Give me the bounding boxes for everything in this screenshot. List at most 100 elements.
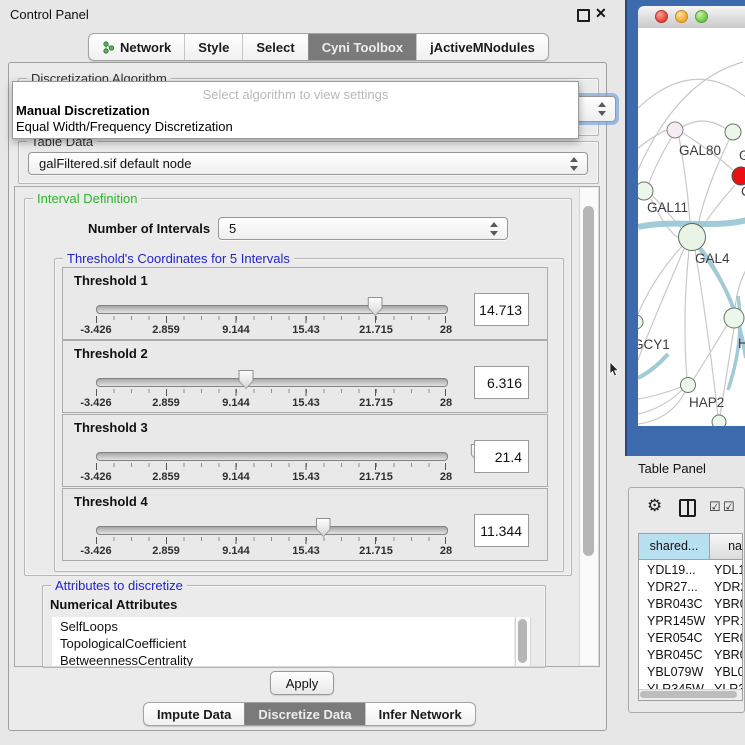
tab-jactivemnodules[interactable]: jActiveMNodules: [416, 34, 548, 60]
checkbox-icon[interactable]: ☑: [723, 499, 735, 515]
list-item[interactable]: SelfLoops: [60, 619, 118, 634]
tab-discretize-data[interactable]: Discretize Data: [244, 703, 364, 725]
threshold-1-slider[interactable]: [96, 305, 448, 314]
attributes-list-scrollbar[interactable]: [515, 617, 531, 666]
slider-scale: -3.426 2.859 9.144 15.43 21.715 28: [96, 397, 446, 409]
table-cell[interactable]: YDR27...: [647, 580, 698, 594]
node-bottom[interactable]: [712, 415, 726, 426]
zoom-traffic-light[interactable]: [695, 10, 708, 23]
tab-network-label: Network: [120, 40, 171, 55]
node-gcy1[interactable]: [638, 315, 643, 329]
node-gal11[interactable]: [638, 182, 653, 200]
table-cell[interactable]: YER054C: [647, 631, 703, 645]
threshold-2-slider[interactable]: [96, 378, 448, 387]
table-cell[interactable]: YBL079W: [647, 665, 703, 679]
tab-style[interactable]: Style: [184, 34, 242, 60]
threshold-1-label: Threshold 1: [74, 273, 148, 288]
table-cell[interactable]: YPR1: [714, 614, 743, 628]
node-label: GAL4: [695, 251, 730, 266]
threshold-4-slider[interactable]: [96, 526, 448, 535]
table-panel-title: Table Panel: [638, 461, 706, 476]
node-gal80[interactable]: [667, 122, 683, 138]
slider-thumb[interactable]: [239, 370, 254, 389]
threshold-2-label: Threshold 2: [74, 346, 148, 361]
network-view-window: GAL80 GAL GAL11 GAL4 C GCY1 H HAP2: [625, 0, 745, 456]
network-window-titlebar[interactable]: [638, 6, 745, 29]
combo-arrows-icon: [570, 157, 578, 171]
tab-select[interactable]: Select: [242, 34, 307, 60]
table-cell[interactable]: YDR2: [714, 580, 743, 594]
threshold-3-value-field[interactable]: 21.4: [474, 440, 529, 473]
apply-button[interactable]: Apply: [270, 671, 334, 695]
slider-scale: -3.426 2.859 9.144 15.43 21.715 28: [96, 545, 446, 557]
tab-infer-network[interactable]: Infer Network: [365, 703, 475, 725]
slider-ticks: [96, 316, 446, 323]
table-cell[interactable]: YBR0: [714, 648, 743, 662]
slider-thumb[interactable]: [316, 518, 331, 537]
scrollbar-thumb[interactable]: [640, 691, 737, 698]
column-header-name[interactable]: na: [710, 534, 743, 560]
number-of-intervals-label: Number of Intervals: [88, 221, 210, 236]
node-label: C: [741, 184, 745, 199]
threshold-4-value-field[interactable]: 11.344: [474, 514, 529, 547]
table-cell[interactable]: YBR043C: [647, 597, 703, 611]
dropdown-option-manual[interactable]: Manual Discretization: [16, 103, 150, 118]
table-cell[interactable]: YBR045C: [647, 648, 703, 662]
number-of-intervals-combobox[interactable]: 5: [218, 217, 508, 240]
attributes-list: SelfLoops TopologicalCoefficient Between…: [52, 617, 514, 666]
control-panel-titlebar: Control Panel ✕: [0, 0, 620, 28]
threshold-1-panel: Threshold 1 -3.426 2.859 9.144 15.43 21.…: [62, 267, 548, 340]
combo-arrows-icon: [598, 102, 606, 116]
tab-impute-data[interactable]: Impute Data: [144, 703, 244, 725]
node-hap2[interactable]: [681, 378, 696, 393]
thresholds-group-label: Threshold's Coordinates for 5 Intervals: [63, 251, 294, 266]
node-label: HAP2: [689, 395, 724, 410]
scrollbar-thumb[interactable]: [583, 206, 594, 556]
float-window-icon[interactable]: [577, 9, 590, 22]
threshold-1-value-field[interactable]: 14.713: [474, 293, 529, 326]
tab-cyni-toolbox[interactable]: Cyni Toolbox: [308, 34, 416, 60]
table-panel-box: ⚙ ☑ ☑ shared... na YDL19... YDR27... YBR…: [628, 487, 745, 713]
node-h[interactable]: [724, 308, 744, 328]
node-gal4[interactable]: [679, 224, 706, 251]
close-traffic-light[interactable]: [655, 10, 668, 23]
screen: Control Panel ✕ Network Style Select: [0, 0, 745, 745]
scrollbar-thumb[interactable]: [518, 619, 527, 663]
node-label: GAL: [739, 148, 745, 163]
threshold-2-value-field[interactable]: 6.316: [474, 366, 529, 399]
numerical-attributes-label: Numerical Attributes: [50, 597, 177, 612]
table-cell[interactable]: YBR0: [714, 597, 743, 611]
slider-thumb[interactable]: [368, 297, 383, 316]
network-canvas[interactable]: GAL80 GAL GAL11 GAL4 C GCY1 H HAP2: [638, 28, 745, 426]
slider-scale: -3.426 2.859 9.144 15.43 21.715 28: [96, 324, 446, 336]
gear-icon[interactable]: ⚙: [647, 496, 662, 516]
threshold-4-panel: Threshold 4 -3.426 2.859 9.144 15.43 21.…: [62, 488, 548, 561]
dropdown-option-equal-width[interactable]: Equal Width/Frequency Discretization: [16, 119, 233, 134]
column-header-shared-name[interactable]: shared...: [639, 534, 710, 560]
minimize-traffic-light[interactable]: [675, 10, 688, 23]
table-data-combobox[interactable]: galFiltered.sif default node: [28, 152, 588, 175]
threshold-3-slider[interactable]: [96, 452, 448, 461]
tab-network[interactable]: Network: [89, 34, 184, 60]
table-cell[interactable]: YDL1: [714, 563, 743, 577]
list-item[interactable]: TopologicalCoefficient: [60, 636, 186, 651]
close-icon[interactable]: ✕: [595, 5, 607, 22]
table-cell[interactable]: YDL19...: [647, 563, 696, 577]
table-cell[interactable]: YPR145W: [647, 614, 705, 628]
slider-ticks: [96, 463, 446, 470]
threshold-2-panel: Threshold 2 -3.426 2.859 9.144 15.43 21.…: [62, 340, 548, 413]
node-selected-red[interactable]: [732, 167, 745, 185]
list-item[interactable]: BetweennessCentrality: [60, 653, 193, 666]
settings-vertical-scrollbar[interactable]: [579, 188, 599, 665]
interval-definition-label: Interval Definition: [33, 191, 141, 206]
node-label: H: [738, 336, 745, 351]
split-columns-icon[interactable]: [679, 499, 696, 517]
threshold-3-panel: Threshold 3 -3.426 2.859 9.144 15.43 21.…: [62, 414, 548, 487]
table-cell[interactable]: YBL0: [714, 665, 743, 679]
table-cell[interactable]: YER0: [714, 631, 743, 645]
checkbox-icon[interactable]: ☑: [709, 499, 721, 515]
table-horizontal-scrollbar[interactable]: [639, 689, 742, 700]
node-gal[interactable]: [725, 124, 741, 140]
threshold-4-label: Threshold 4: [74, 494, 148, 509]
node-table: shared... na YDL19... YDR27... YBR043C Y…: [638, 533, 743, 701]
